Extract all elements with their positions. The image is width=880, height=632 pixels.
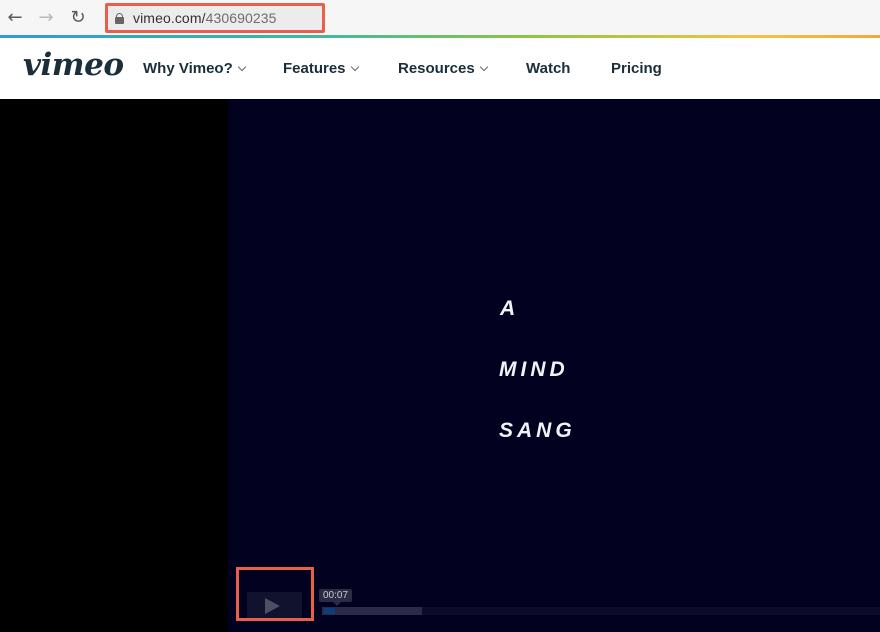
video-title-line-1: A	[500, 297, 520, 320]
chevron-down-icon	[479, 62, 488, 71]
browser-toolbar: ← → ↻ vimeo.com/430690235	[0, 0, 880, 35]
progress-loaded	[322, 607, 423, 615]
time-tooltip: 00:07	[319, 589, 353, 606]
back-icon[interactable]: ←	[4, 6, 26, 28]
video-frame[interactable]: A MIND SANG	[228, 99, 880, 632]
address-bar[interactable]: vimeo.com/430690235	[105, 3, 325, 33]
nav-watch[interactable]: Watch	[526, 60, 570, 77]
chevron-down-icon	[350, 62, 359, 71]
lock-icon	[115, 12, 124, 24]
vimeo-logo[interactable]: vimeo	[23, 47, 124, 83]
video-title-line-2: MIND	[499, 358, 569, 381]
nav-pricing[interactable]: Pricing	[611, 60, 662, 77]
nav-why-vimeo[interactable]: Why Vimeo?	[143, 60, 246, 77]
video-title-line-3: SANG	[499, 419, 576, 442]
progress-bar[interactable]	[322, 607, 880, 615]
nav-features[interactable]: Features	[283, 60, 359, 77]
reload-icon[interactable]: ↻	[67, 6, 89, 28]
play-icon	[265, 598, 280, 614]
nav-resources[interactable]: Resources	[398, 60, 488, 77]
progress-played	[324, 608, 336, 614]
forward-icon[interactable]: →	[35, 6, 57, 28]
play-button[interactable]	[236, 567, 314, 621]
video-player[interactable]: A MIND SANG	[0, 99, 880, 632]
site-header: vimeo Why Vimeo? Features Resources Watc…	[0, 38, 880, 99]
url-text: vimeo.com/430690235	[133, 10, 277, 26]
chevron-down-icon	[237, 62, 246, 71]
